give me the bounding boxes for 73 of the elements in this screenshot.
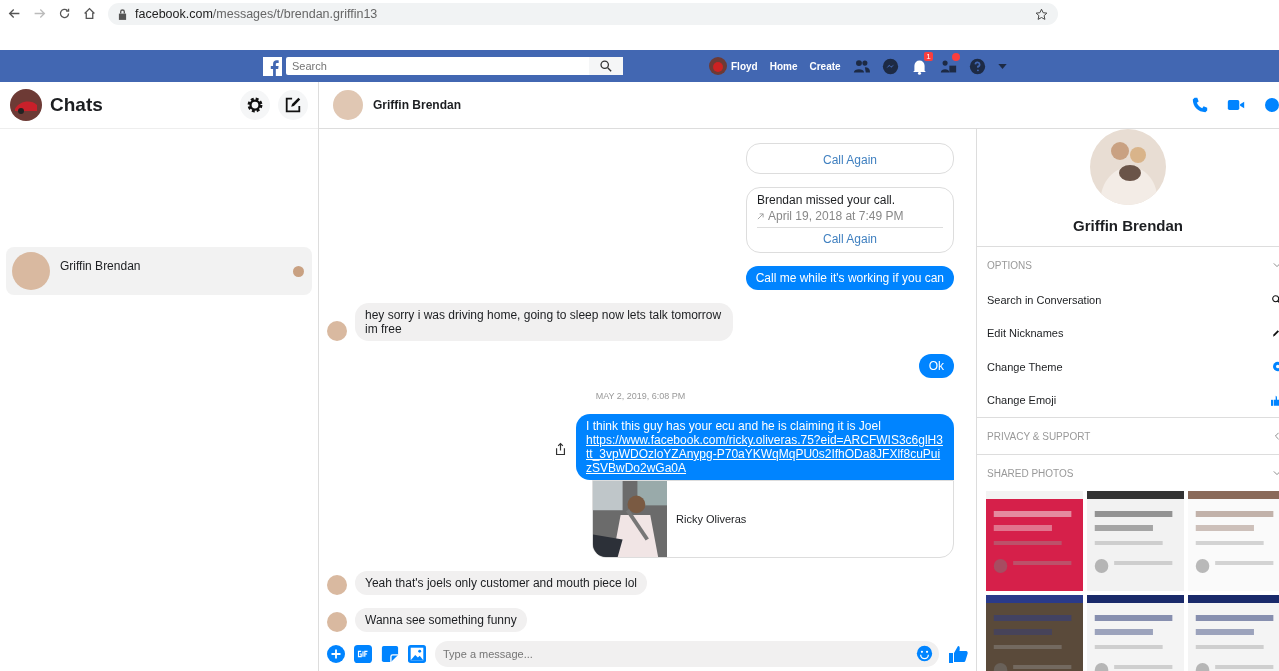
star-icon[interactable] xyxy=(1035,7,1048,21)
sticker-icon[interactable] xyxy=(381,644,399,663)
avatar xyxy=(12,252,50,290)
search-button[interactable] xyxy=(589,57,623,75)
avatar xyxy=(327,575,347,595)
section-header[interactable]: PRIVACY & SUPPORT xyxy=(977,418,1279,454)
received-message: hey sorry i was driving home, going to sleep now lets talk tomorrow im free xyxy=(355,303,733,341)
received-message: Wanna see something funny xyxy=(355,608,527,632)
chevron-icon xyxy=(1273,261,1279,269)
option-item[interactable]: Search in Conversation xyxy=(977,283,1279,317)
notification-dot xyxy=(951,52,960,61)
lock-icon xyxy=(118,8,127,20)
call-time: April 19, 2018 at 7:49 PM xyxy=(768,209,904,223)
compose-button[interactable] xyxy=(278,90,308,120)
plus-icon[interactable] xyxy=(327,644,345,663)
nav-link[interactable]: Home xyxy=(769,60,798,72)
sent-message: I think this guy has your ecu and he is claiming it is Joel https://www.facebook.com/ricky.oliveras.75?eid=ARCFWIS3c6glH3tt_3vpWDOzloYZAnypg-P70aYKWqMqPU0s2IfhODa8JFXlf8cuPuizSVBwDo2wGa0A xyxy=(576,414,954,480)
conversation-item[interactable]: Griffin Brendan xyxy=(6,247,312,295)
gif-icon[interactable] xyxy=(354,644,372,663)
chevron-icon xyxy=(1273,432,1279,440)
search-field[interactable]: Search xyxy=(286,57,589,75)
preview-title: Ricky Oliveras xyxy=(676,513,747,525)
like-icon xyxy=(1271,393,1279,407)
sent-message: Call me while it's working if you can xyxy=(745,266,954,290)
message-field[interactable]: Type a message... xyxy=(435,640,939,667)
help-icon[interactable] xyxy=(968,57,986,75)
section-header[interactable]: OPTIONS xyxy=(977,247,1279,283)
profile-link[interactable]: Floyd xyxy=(709,57,758,75)
like-icon[interactable] xyxy=(948,643,968,664)
sent-message: Ok xyxy=(918,354,954,378)
message-link[interactable]: https://www.facebook.com/ricky.oliveras.75?eid=ARCFWIS3c6glH3tt_3vpWDOzloYZAnypg-P70aYKWqMqPU0s2IfhODa8JFXlf8cuPuizSVBwDo2wGa0A xyxy=(586,433,944,475)
call-text: Brendan missed your call. xyxy=(757,193,897,207)
avatar xyxy=(333,90,363,120)
contact-name: Griffin Brendan xyxy=(1073,217,1183,234)
chevron-icon xyxy=(1273,469,1279,477)
option-item[interactable]: Edit Nicknames xyxy=(977,316,1279,350)
call-again-link[interactable]: Call Again xyxy=(757,149,943,171)
option-item[interactable]: Change Theme xyxy=(977,350,1279,384)
back-icon[interactable] xyxy=(8,7,21,20)
settings-button[interactable] xyxy=(240,90,270,120)
reload-icon[interactable] xyxy=(58,7,71,20)
search-icon xyxy=(600,60,612,72)
avatar xyxy=(327,612,347,632)
share-icon[interactable] xyxy=(555,442,566,456)
nav-link[interactable]: Create xyxy=(809,60,841,72)
call-again-link[interactable]: Call Again xyxy=(757,228,943,250)
forward-icon[interactable] xyxy=(33,7,46,20)
section-header[interactable]: SHARED PHOTOS xyxy=(977,455,1279,491)
avatar-icon[interactable] xyxy=(10,89,42,121)
avatar xyxy=(327,321,347,341)
image-icon[interactable] xyxy=(408,644,426,663)
contact-name: Griffin Brendan xyxy=(373,98,461,112)
outgoing-call-icon xyxy=(757,212,764,220)
dropdown-icon[interactable] xyxy=(997,63,1007,69)
chats-title: Chats xyxy=(50,94,103,116)
home-icon[interactable] xyxy=(83,7,96,20)
link-preview[interactable]: Ricky Oliveras xyxy=(592,480,954,558)
compose-icon xyxy=(284,96,302,114)
received-message: Yeah that's joels only customer and mouth piece lol xyxy=(355,571,647,595)
phone-icon[interactable] xyxy=(1191,96,1209,114)
friends-icon[interactable] xyxy=(852,57,870,75)
avatar-icon xyxy=(709,57,727,75)
option-item[interactable]: Change Emoji xyxy=(977,383,1279,417)
address-bar[interactable]: facebook.com/messages/t/brendan.griffin13 xyxy=(108,3,1058,25)
emoji-icon[interactable] xyxy=(916,645,933,662)
contact-name: Griffin Brendan xyxy=(60,259,141,273)
notification-badge: 1 xyxy=(924,51,933,61)
settings-icon xyxy=(246,96,264,114)
logo-icon[interactable] xyxy=(263,56,282,76)
info-icon[interactable] xyxy=(1265,95,1279,115)
seen-avatar xyxy=(293,265,304,277)
messenger-icon[interactable] xyxy=(881,57,899,75)
timestamp: MAY 2, 2019, 6:08 PM xyxy=(594,391,687,401)
